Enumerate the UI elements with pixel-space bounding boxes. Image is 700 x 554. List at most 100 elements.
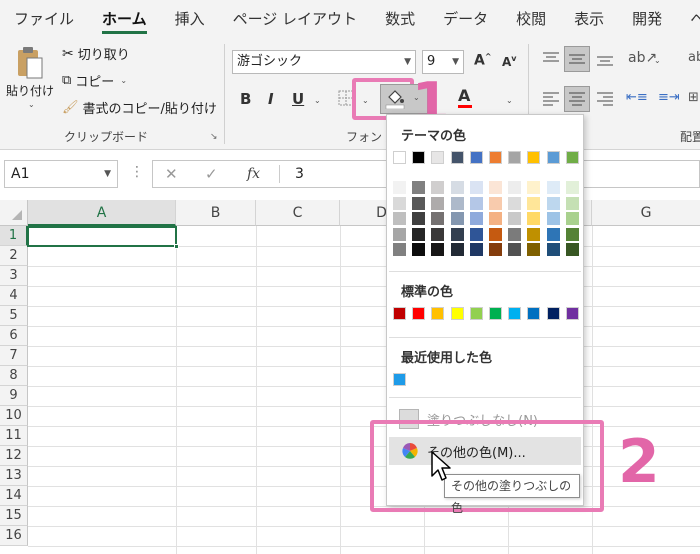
column-header[interactable]: B <box>176 200 256 226</box>
standard-color-swatch[interactable] <box>546 307 560 320</box>
standard-color-swatch[interactable] <box>565 307 579 320</box>
theme-shade-swatch[interactable] <box>450 212 464 225</box>
theme-shade-swatch[interactable] <box>508 227 522 241</box>
theme-color-swatch[interactable] <box>527 151 541 164</box>
decrease-indent-icon[interactable]: ⇤≡ <box>626 90 648 105</box>
grow-font-button[interactable]: A^ <box>474 52 492 69</box>
theme-shade-swatch[interactable] <box>527 196 541 210</box>
theme-shade-swatch[interactable] <box>546 196 560 210</box>
theme-shade-swatch[interactable] <box>393 196 406 210</box>
align-left-icon[interactable] <box>542 90 560 108</box>
standard-color-swatch[interactable] <box>412 307 426 320</box>
theme-color-swatch[interactable] <box>431 151 445 164</box>
theme-shade-swatch[interactable] <box>546 181 560 194</box>
underline-dropdown-caret[interactable]: ⌄ <box>314 96 321 105</box>
wrap-text-icon[interactable]: ab <box>688 50 700 65</box>
tab-view[interactable]: 表示 <box>560 0 618 38</box>
theme-color-swatch[interactable] <box>450 151 464 164</box>
paste-dropdown-caret[interactable]: ⌄ <box>28 100 35 109</box>
theme-color-swatch[interactable] <box>546 151 560 164</box>
tab-data[interactable]: データ <box>429 0 502 38</box>
align-middle-button[interactable] <box>564 46 590 72</box>
standard-color-swatch[interactable] <box>431 307 445 320</box>
shrink-font-button[interactable]: Av <box>502 54 517 69</box>
orientation-dropdown-caret[interactable]: ⌄ <box>654 56 661 65</box>
theme-color-swatch[interactable] <box>393 151 406 164</box>
theme-shade-swatch[interactable] <box>450 227 464 241</box>
theme-shade-swatch[interactable] <box>527 212 541 225</box>
theme-shade-swatch[interactable] <box>508 196 522 210</box>
theme-color-swatch[interactable] <box>412 151 426 164</box>
tab-page-layout[interactable]: ページ レイアウト <box>219 0 371 38</box>
tab-review[interactable]: 校閲 <box>502 0 560 38</box>
theme-shade-swatch[interactable] <box>431 227 445 241</box>
theme-shade-swatch[interactable] <box>412 243 426 256</box>
theme-shade-swatch[interactable] <box>431 243 445 256</box>
theme-shade-swatch[interactable] <box>412 181 426 194</box>
align-bottom-icon[interactable] <box>596 50 614 68</box>
increase-indent-icon[interactable]: ≡⇥ <box>658 90 680 105</box>
row-header[interactable]: 13 <box>0 466 28 486</box>
row-header[interactable]: 4 <box>0 286 28 306</box>
theme-shade-swatch[interactable] <box>508 181 522 194</box>
theme-shade-swatch[interactable] <box>527 227 541 241</box>
standard-color-swatch[interactable] <box>393 307 406 320</box>
cut-button[interactable]: ✂ 切り取り <box>62 44 130 64</box>
theme-shade-swatch[interactable] <box>489 227 502 241</box>
row-header[interactable]: 6 <box>0 326 28 346</box>
theme-shade-swatch[interactable] <box>546 227 560 241</box>
merge-icon[interactable]: ⊞ <box>688 90 699 105</box>
theme-shade-swatch[interactable] <box>450 181 464 194</box>
row-header[interactable]: 10 <box>0 406 28 426</box>
standard-color-swatch[interactable] <box>527 307 541 320</box>
theme-shade-swatch[interactable] <box>527 181 541 194</box>
theme-color-swatch[interactable] <box>565 151 579 164</box>
align-top-icon[interactable] <box>542 50 560 68</box>
font-color-dropdown-caret[interactable]: ⌄ <box>506 96 513 105</box>
theme-shade-swatch[interactable] <box>565 212 579 225</box>
theme-shade-swatch[interactable] <box>393 181 406 194</box>
chevron-down-icon[interactable]: ▼ <box>452 51 459 73</box>
cancel-icon[interactable]: ✕ <box>165 161 178 187</box>
theme-shade-swatch[interactable] <box>508 243 522 256</box>
column-header[interactable]: G <box>592 200 700 226</box>
theme-shade-swatch[interactable] <box>431 181 445 194</box>
theme-shade-swatch[interactable] <box>546 212 560 225</box>
theme-shade-swatch[interactable] <box>527 243 541 256</box>
tab-formulas[interactable]: 数式 <box>371 0 429 38</box>
theme-shade-swatch[interactable] <box>565 181 579 194</box>
tab-developer[interactable]: 開発 <box>618 0 676 38</box>
theme-shade-swatch[interactable] <box>508 212 522 225</box>
theme-shade-swatch[interactable] <box>546 243 560 256</box>
theme-shade-swatch[interactable] <box>469 181 483 194</box>
theme-shade-swatch[interactable] <box>412 196 426 210</box>
standard-color-swatch[interactable] <box>469 307 483 320</box>
theme-shade-swatch[interactable] <box>450 243 464 256</box>
theme-shade-swatch[interactable] <box>469 212 483 225</box>
standard-color-swatch[interactable] <box>508 307 522 320</box>
align-center-button[interactable] <box>564 86 590 112</box>
name-box[interactable]: A1 ▼ <box>4 160 118 188</box>
column-header[interactable]: A <box>28 200 176 226</box>
theme-shade-swatch[interactable] <box>431 212 445 225</box>
tab-insert[interactable]: 挿入 <box>161 0 219 38</box>
row-header[interactable]: 7 <box>0 346 28 366</box>
theme-shade-swatch[interactable] <box>431 196 445 210</box>
row-header[interactable]: 3 <box>0 266 28 286</box>
row-header[interactable]: 2 <box>0 246 28 266</box>
tab-home[interactable]: ホーム <box>88 0 161 38</box>
enter-icon[interactable]: ✓ <box>205 161 218 187</box>
paste-button[interactable]: 貼り付け <box>6 82 54 99</box>
theme-shade-swatch[interactable] <box>565 243 579 256</box>
chevron-down-icon[interactable]: ▼ <box>404 51 411 73</box>
row-header[interactable]: 9 <box>0 386 28 406</box>
copy-button[interactable]: ⧉ コピー ⌄ <box>62 71 127 90</box>
theme-shade-swatch[interactable] <box>489 243 502 256</box>
row-header[interactable]: 16 <box>0 526 28 546</box>
theme-shade-swatch[interactable] <box>450 196 464 210</box>
theme-shade-swatch[interactable] <box>393 243 406 256</box>
recent-color-swatch[interactable] <box>393 373 406 386</box>
theme-shade-swatch[interactable] <box>412 212 426 225</box>
active-cell[interactable] <box>27 226 179 249</box>
theme-shade-swatch[interactable] <box>469 227 483 241</box>
